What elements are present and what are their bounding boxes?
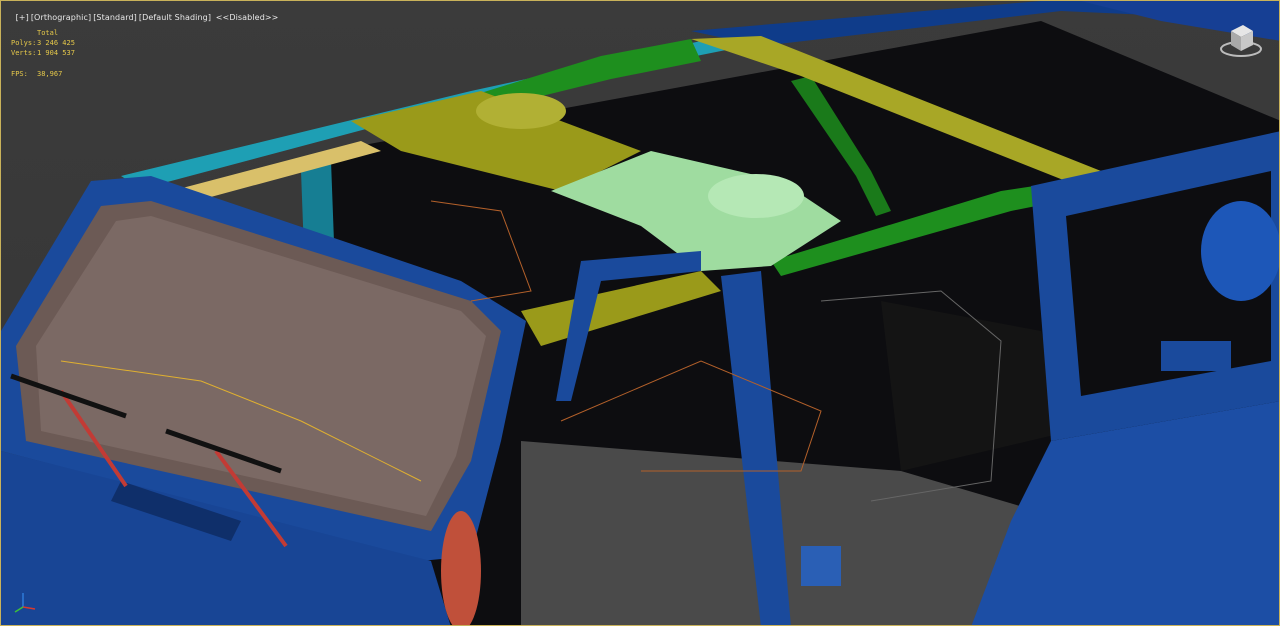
fps-label: FPS: — [11, 70, 28, 78]
stats-polys-row: Polys: 3 246 425 — [11, 38, 75, 48]
viewport-label-bar[interactable]: [+] [Orthographic] [Standard] [Default Shad… — [5, 4, 281, 31]
stats-verts-row: Verts: 1 904 537 — [11, 48, 75, 58]
spare-tire — [1201, 201, 1279, 301]
door-latch — [801, 546, 841, 586]
polys-label: Polys: — [11, 39, 37, 47]
statistics-overlay: Total Polys: 3 246 425 Verts: 1 904 537 … — [11, 28, 75, 79]
viewport-standard-menu[interactable]: [Standard] — [93, 13, 137, 22]
viewcube-icon[interactable] — [1217, 19, 1265, 61]
roll-bar-mount — [1161, 341, 1231, 371]
verts-label: Verts: — [11, 49, 37, 57]
vehicle-model-render[interactable] — [1, 1, 1280, 626]
polys-value: 3 246 425 — [37, 39, 75, 47]
stats-fps-row: FPS: 38,967 — [11, 69, 75, 79]
side-mirror — [441, 511, 481, 625]
verts-value: 1 904 537 — [37, 49, 75, 57]
mint-bump — [708, 174, 804, 218]
axis-tripod-icon — [14, 593, 36, 613]
viewport-plus-menu[interactable]: [+] — [16, 13, 29, 22]
viewport-disabled-label[interactable]: <<Disabled>> — [216, 13, 279, 22]
stats-header: Total — [37, 29, 59, 37]
olive-bump — [476, 93, 566, 129]
3d-viewport[interactable]: [+] [Orthographic] [Standard] [Default Shad… — [0, 0, 1280, 626]
fps-value: 38,967 — [37, 70, 63, 78]
viewport-shading-menu[interactable]: [Default Shading] — [139, 13, 211, 22]
viewport-view-menu[interactable]: [Orthographic] — [31, 13, 91, 22]
